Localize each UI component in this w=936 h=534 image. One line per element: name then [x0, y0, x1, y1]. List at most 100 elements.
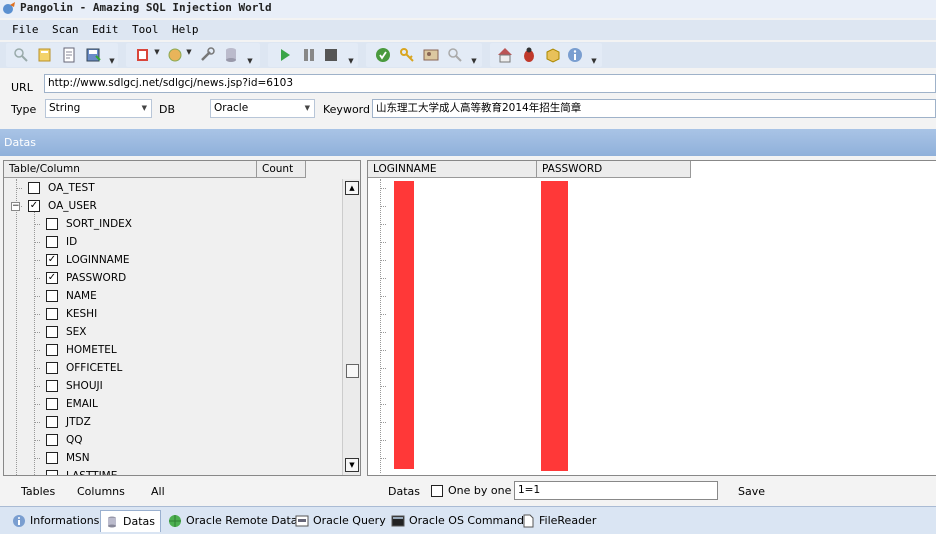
collapse-toggle-icon[interactable]: −: [11, 202, 20, 211]
stop-icon[interactable]: [322, 46, 340, 64]
toolbar-overflow-icon[interactable]: ▼: [590, 57, 598, 65]
tree-row[interactable]: SORT_INDEX: [4, 215, 340, 233]
tree-checkbox[interactable]: ✓: [46, 272, 58, 284]
tree-checkbox[interactable]: [46, 326, 58, 338]
pause-icon[interactable]: [300, 46, 318, 64]
menu-edit[interactable]: Edit: [92, 20, 119, 40]
tree-checkbox[interactable]: [46, 416, 58, 428]
tree-connector: [34, 458, 40, 459]
tab-informations[interactable]: Informations: [8, 510, 99, 532]
home-icon[interactable]: [496, 46, 514, 64]
tables-button[interactable]: Tables: [21, 485, 55, 498]
tree-row[interactable]: KESHI: [4, 305, 340, 323]
column-header-loginname[interactable]: LOGINNAME: [368, 161, 537, 178]
grid-row-connector: [380, 278, 386, 279]
tree-checkbox[interactable]: [46, 434, 58, 446]
tree-row[interactable]: OFFICETEL: [4, 359, 340, 377]
package-icon[interactable]: [544, 46, 562, 64]
settings-icon[interactable]: [166, 46, 184, 64]
tree-row[interactable]: MSN: [4, 449, 340, 467]
tab-label: Oracle Remote Data: [186, 514, 298, 527]
toolbar-overflow-icon[interactable]: ▼: [246, 57, 254, 65]
column-header-table[interactable]: Table/Column: [4, 161, 257, 178]
palette-icon[interactable]: [134, 46, 152, 64]
bug-icon[interactable]: [520, 46, 538, 64]
tree-row[interactable]: QQ: [4, 431, 340, 449]
tree-checkbox[interactable]: ✓: [46, 254, 58, 266]
toolbar-overflow-icon[interactable]: ▼: [470, 57, 478, 65]
tree-checkbox[interactable]: [46, 308, 58, 320]
tree-scrollbar[interactable]: ▲ ▼: [342, 179, 360, 475]
tree-label: EMAIL: [66, 398, 98, 410]
tree-checkbox[interactable]: [46, 362, 58, 374]
tab-oracle-os-command[interactable]: Oracle OS Command: [387, 510, 524, 532]
user-card-icon[interactable]: [422, 46, 440, 64]
tree-row[interactable]: ✓ PASSWORD: [4, 269, 340, 287]
one-by-one-checkbox[interactable]: [431, 485, 443, 497]
url-input[interactable]: http://www.sdlgcj.net/sdlgcj/news.jsp?id…: [44, 74, 936, 93]
datas-header: Datas: [0, 129, 936, 156]
palette-dropdown-icon[interactable]: ▼: [153, 48, 161, 56]
toolbar-overflow-icon[interactable]: ▼: [347, 57, 355, 65]
keyword-input[interactable]: 山东理工大学成人高等教育2014年招生简章: [372, 99, 936, 118]
scroll-down-icon[interactable]: ▼: [345, 458, 359, 472]
db-select[interactable]: Oracle ▼: [210, 99, 315, 118]
settings-dropdown-icon[interactable]: ▼: [185, 48, 193, 56]
zoom-icon[interactable]: [446, 46, 464, 64]
tab-oracle-remote-data[interactable]: Oracle Remote Data: [164, 510, 298, 532]
play-icon[interactable]: [276, 46, 294, 64]
tab-filereader[interactable]: FileReader: [517, 510, 597, 532]
tree-connector: [34, 278, 40, 279]
tree-checkbox[interactable]: [46, 236, 58, 248]
tree-checkbox[interactable]: [28, 182, 40, 194]
tree-checkbox[interactable]: ✓: [28, 200, 40, 212]
search-icon[interactable]: [12, 46, 30, 64]
key-icon[interactable]: [398, 46, 416, 64]
tree-row[interactable]: SEX: [4, 323, 340, 341]
tree-row[interactable]: SHOUJI: [4, 377, 340, 395]
column-header-count[interactable]: Count: [257, 161, 306, 178]
toolbar-overflow-icon[interactable]: ▼: [108, 57, 116, 65]
tree-row[interactable]: JTDZ: [4, 413, 340, 431]
tree-row[interactable]: EMAIL: [4, 395, 340, 413]
database-icon[interactable]: [222, 46, 240, 64]
datas-button[interactable]: Datas: [388, 485, 420, 498]
tree-row[interactable]: LASTTIME: [4, 467, 340, 475]
columns-button[interactable]: Columns: [77, 485, 125, 498]
tree-checkbox[interactable]: [46, 218, 58, 230]
tab-datas[interactable]: Datas: [100, 510, 161, 532]
tab-label: Oracle Query: [313, 514, 386, 527]
condition-input[interactable]: 1=1: [514, 481, 718, 500]
document-icon[interactable]: [60, 46, 78, 64]
wrench-icon[interactable]: [198, 46, 216, 64]
scroll-up-icon[interactable]: ▲: [345, 181, 359, 195]
tree-row[interactable]: − ✓ OA_USER: [4, 197, 340, 215]
keyword-label: Keyword: [323, 103, 370, 116]
menu-scan[interactable]: Scan: [52, 20, 79, 40]
menu-help[interactable]: Help: [172, 20, 199, 40]
tree-checkbox[interactable]: [46, 344, 58, 356]
tree-row[interactable]: ID: [4, 233, 340, 251]
tree-row[interactable]: ✓ LOGINNAME: [4, 251, 340, 269]
tree-row[interactable]: HOMETEL: [4, 341, 340, 359]
tree-checkbox[interactable]: [46, 452, 58, 464]
tab-oracle-query[interactable]: Oracle Query: [291, 510, 386, 532]
tree-row[interactable]: NAME: [4, 287, 340, 305]
all-button[interactable]: All: [151, 485, 165, 498]
menu-file[interactable]: File: [12, 20, 39, 40]
column-header-password[interactable]: PASSWORD: [537, 161, 691, 178]
type-select[interactable]: String ▼: [45, 99, 152, 118]
save-button[interactable]: Save: [738, 485, 765, 498]
open-folder-icon[interactable]: [36, 46, 54, 64]
type-select-value: String: [49, 102, 81, 114]
info-icon[interactable]: [566, 46, 584, 64]
tree-row[interactable]: OA_TEST: [4, 179, 340, 197]
menu-tool[interactable]: Tool: [132, 20, 159, 40]
save-disk-icon[interactable]: [84, 46, 102, 64]
scroll-thumb[interactable]: [346, 364, 359, 378]
tree-checkbox[interactable]: [46, 290, 58, 302]
tree-checkbox[interactable]: [46, 398, 58, 410]
help-check-icon[interactable]: [374, 46, 392, 64]
tree-checkbox[interactable]: [46, 380, 58, 392]
tree-checkbox[interactable]: [46, 470, 58, 475]
